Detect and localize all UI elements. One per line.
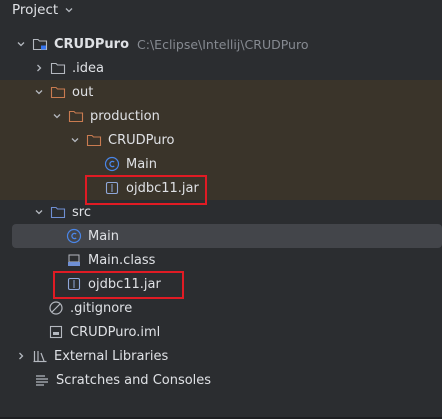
compiled-class-icon <box>66 252 82 268</box>
tree-item-label: Main <box>88 228 120 244</box>
tree-item-idea[interactable]: .idea <box>0 56 442 80</box>
tree-item-label: .gitignore <box>70 300 133 316</box>
chevron-right-icon[interactable] <box>32 61 46 75</box>
chevron-down-icon[interactable] <box>32 205 46 219</box>
tree-item-main-out[interactable]: Main <box>0 152 442 176</box>
source-folder-icon <box>50 204 66 220</box>
tree-item-external-libraries[interactable]: External Libraries <box>0 344 442 368</box>
tree-item-label: CRUDPuro <box>54 36 130 52</box>
tree-item-label: production <box>90 108 160 124</box>
tree-item-label: External Libraries <box>54 348 169 364</box>
tree-item-label: src <box>72 204 91 220</box>
module-folder-icon <box>32 36 48 52</box>
tree-item-label: out <box>72 84 94 100</box>
project-tree: CRUDPuro C:\Eclipse\Intellij\CRUDPuro .i… <box>0 32 442 392</box>
tree-item-main-class[interactable]: Main.class <box>0 248 442 272</box>
tree-item-label: Scratches and Consoles <box>56 372 212 388</box>
tree-item-production[interactable]: production <box>0 104 442 128</box>
tree-item-out[interactable]: out <box>0 80 442 104</box>
excluded-folder-icon <box>86 132 102 148</box>
class-icon <box>66 228 82 244</box>
tree-item-label: Main.class <box>88 252 156 268</box>
panel-title[interactable]: Project <box>12 2 58 18</box>
ignore-icon <box>48 300 64 316</box>
tree-item-label: .idea <box>72 60 104 76</box>
project-path: C:\Eclipse\Intellij\CRUDPuro <box>137 36 309 52</box>
chevron-down-icon[interactable] <box>64 5 74 15</box>
tree-item-root[interactable]: CRUDPuro C:\Eclipse\Intellij\CRUDPuro <box>0 32 442 56</box>
tree-item-label: CRUDPuro.iml <box>70 324 161 340</box>
class-icon <box>104 156 120 172</box>
chevron-down-icon[interactable] <box>68 133 82 147</box>
scratches-icon <box>34 372 50 388</box>
project-panel-header: Project <box>0 0 442 20</box>
tree-item-scratches[interactable]: Scratches and Consoles <box>0 368 442 392</box>
folder-icon <box>50 60 66 76</box>
highlight-box-jar-src <box>53 271 184 299</box>
library-icon <box>32 348 48 364</box>
chevron-down-icon[interactable] <box>50 109 64 123</box>
chevron-right-icon[interactable] <box>14 349 28 363</box>
excluded-folder-icon <box>50 84 66 100</box>
tree-item-gitignore[interactable]: .gitignore <box>0 296 442 320</box>
highlight-box-jar-out <box>85 175 207 205</box>
tree-item-crudpuro-out[interactable]: CRUDPuro <box>0 128 442 152</box>
tree-item-label: Main <box>126 156 158 172</box>
tree-item-jar-out[interactable]: ojdbc11.jar <box>0 176 442 200</box>
chevron-down-icon[interactable] <box>14 37 28 51</box>
tree-item-src[interactable]: src <box>0 200 442 224</box>
tree-item-iml[interactable]: CRUDPuro.iml <box>0 320 442 344</box>
tree-item-label: CRUDPuro <box>108 132 175 148</box>
iml-file-icon <box>48 324 64 340</box>
tree-item-main-src[interactable]: Main <box>12 224 442 248</box>
excluded-folder-icon <box>68 108 84 124</box>
chevron-down-icon[interactable] <box>32 85 46 99</box>
